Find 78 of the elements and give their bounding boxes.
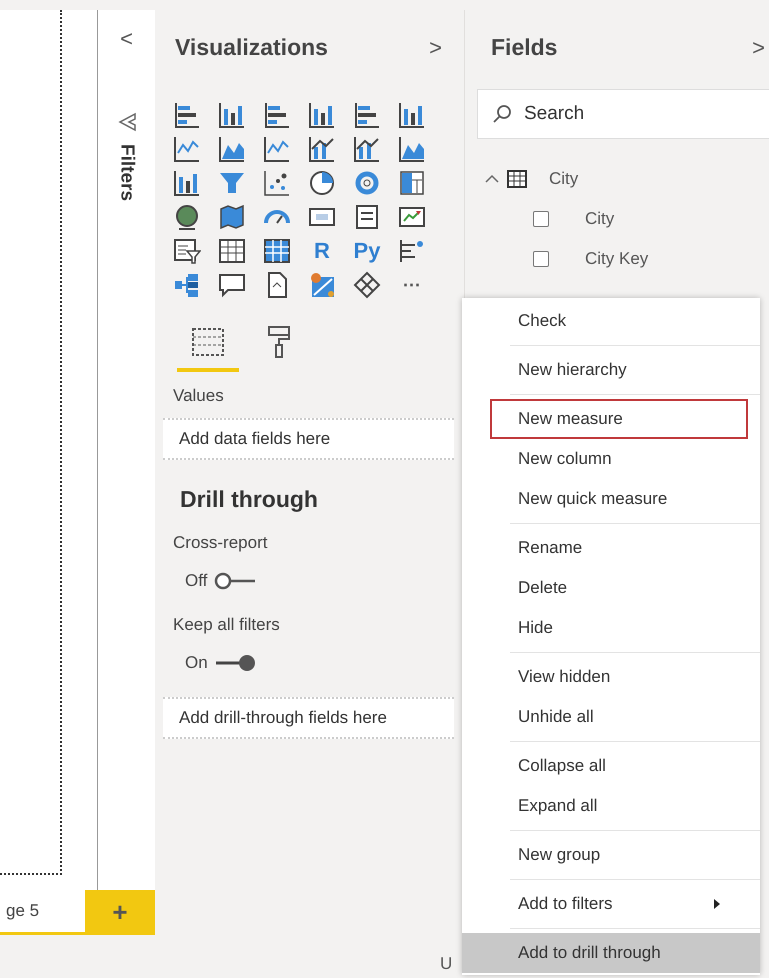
slicer-icon: [173, 237, 201, 265]
scatter-plot-icon: [263, 169, 291, 197]
menu-item[interactable]: Expand all: [462, 786, 760, 826]
menu-item[interactable]: New quick measure: [462, 479, 760, 519]
values-label: Values: [173, 386, 225, 406]
menu-item[interactable]: Check: [462, 301, 760, 341]
table-name[interactable]: City: [549, 169, 578, 189]
menu-item[interactable]: Rename: [462, 528, 760, 568]
branch-chart-icon: [398, 237, 426, 265]
diamond-icon: [353, 271, 381, 299]
field-name[interactable]: City Key: [585, 249, 648, 269]
search-field[interactable]: Search: [477, 89, 769, 139]
toggle-switch[interactable]: [214, 654, 258, 672]
menu-item[interactable]: New hierarchy: [462, 350, 760, 390]
table-icon: [507, 170, 527, 188]
menu-item[interactable]: New column: [462, 439, 760, 479]
pane-title: Fields: [491, 34, 558, 61]
section-title: Drill through: [180, 486, 319, 513]
menu-item[interactable]: New measure: [490, 399, 748, 439]
submenu-arrow-icon: [714, 899, 720, 909]
pane-title: Visualizations: [175, 34, 328, 61]
menu-item[interactable]: Collapse all: [462, 746, 760, 786]
line-chart-icon: [173, 135, 201, 163]
add-page-button[interactable]: +: [85, 890, 155, 935]
search-icon: [492, 104, 512, 124]
checkbox[interactable]: [533, 211, 549, 227]
table-icon: [218, 237, 246, 265]
more-visuals-button[interactable]: ···: [398, 271, 426, 299]
menu-item[interactable]: Unhide all: [462, 697, 760, 737]
status-text: U: [440, 954, 452, 975]
pie-chart-icon: [308, 169, 336, 197]
column-chart-icon: [398, 101, 426, 129]
menu-item[interactable]: Hide: [462, 608, 760, 648]
globe-icon: [173, 203, 201, 231]
bar-chart-icon: [173, 101, 201, 129]
search-input[interactable]: Search: [522, 102, 726, 126]
expand-button[interactable]: >: [752, 36, 765, 58]
line-chart-icon: [263, 135, 291, 163]
combo-chart-icon: [308, 135, 336, 163]
menu-item[interactable]: Delete: [462, 568, 760, 608]
speech-bubble-icon: [218, 271, 246, 299]
column-chart-icon: [308, 101, 336, 129]
bar-chart-icon: [353, 101, 381, 129]
script-visual-button[interactable]: Py: [353, 237, 381, 265]
column-chart-icon: [173, 169, 201, 197]
drop-zone[interactable]: Add data fields here: [163, 418, 454, 460]
filter-icon: [116, 112, 136, 132]
area-chart-icon: [218, 135, 246, 163]
fields-icon: [191, 327, 225, 357]
matrix-icon: [263, 237, 291, 265]
map-pin-icon: [308, 271, 336, 299]
toggle-switch[interactable]: [213, 572, 258, 590]
toggle-label: Cross-report: [173, 533, 268, 553]
map-icon: [218, 203, 246, 231]
checkbox[interactable]: [533, 251, 549, 267]
toggle-state-text: On: [185, 653, 208, 673]
area-chart-icon: [398, 135, 426, 163]
bar-chart-icon: [263, 101, 291, 129]
script-visual-button[interactable]: R: [308, 237, 336, 265]
paint-roller-icon: [267, 325, 291, 359]
column-chart-icon: [218, 101, 246, 129]
treemap-icon: [398, 169, 426, 197]
chevron-up-icon[interactable]: [485, 174, 499, 184]
menu-item[interactable]: Add to drill through: [462, 933, 760, 973]
decomposition-tree-icon: [173, 271, 201, 299]
toggle-state-text: Off: [185, 571, 208, 591]
field-name[interactable]: City: [585, 209, 614, 229]
combo-chart-icon: [353, 135, 381, 163]
expand-button[interactable]: >: [429, 36, 442, 58]
menu-item[interactable]: New group: [462, 835, 760, 875]
menu-item[interactable]: View hidden: [462, 657, 760, 697]
drop-zone[interactable]: Add drill-through fields here: [163, 697, 454, 739]
toggle-label: Keep all filters: [173, 615, 281, 635]
donut-chart-icon: [353, 169, 381, 197]
multi-row-card-icon: [353, 203, 381, 231]
collapse-button[interactable]: <: [120, 28, 133, 50]
filters-title: Filters: [116, 144, 138, 202]
menu-item[interactable]: Add to filters: [462, 884, 760, 924]
